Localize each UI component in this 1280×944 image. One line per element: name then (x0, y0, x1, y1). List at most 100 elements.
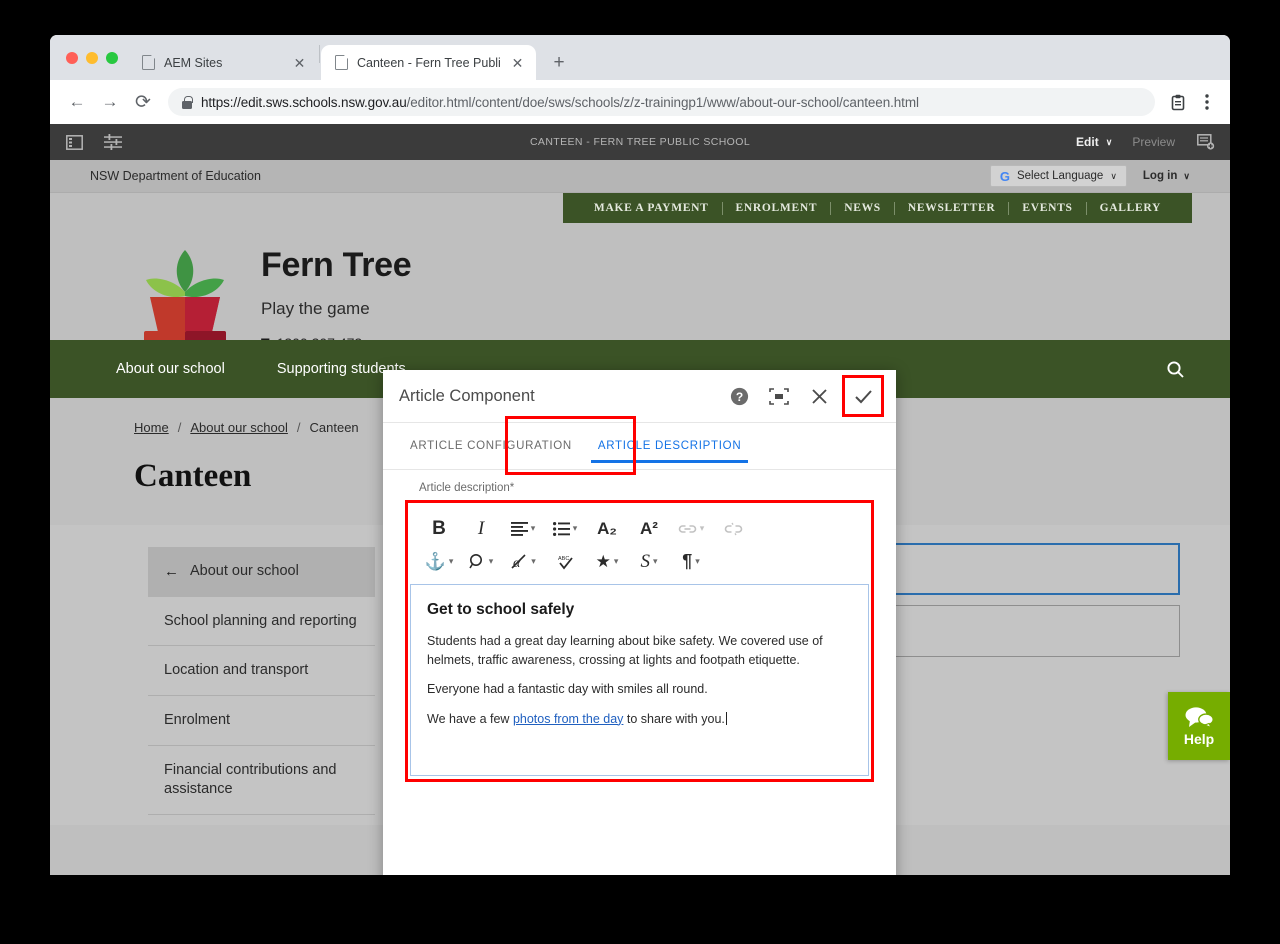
utility-nav-item-newsletter[interactable]: NEWSLETTER (895, 202, 1009, 214)
styles-icon: S (640, 550, 650, 572)
school-identity: Fern Tree Play the game T: 1300 307 472 (138, 246, 412, 351)
window-traffic-lights (62, 35, 128, 80)
breadcrumb-item-home[interactable]: Home (134, 420, 169, 435)
utility-nav-item-enrolment[interactable]: ENROLMENT (723, 202, 831, 214)
login-button[interactable]: Log in ∨ (1143, 170, 1190, 182)
editor-link[interactable]: photos from the day (513, 712, 623, 726)
login-label: Log in (1142, 170, 1178, 182)
sidebar-item-financial-contributions[interactable]: Financial contributions and assistance (148, 746, 375, 815)
bold-button[interactable]: B (418, 512, 460, 545)
new-tab-button[interactable]: + (545, 48, 573, 76)
rte-toolbar-row-1: B I ▾ ▾ A₂ A² ▾ (418, 512, 861, 545)
question-circle-glyph: ? (730, 387, 748, 405)
superscript-button[interactable]: A² (628, 512, 670, 545)
school-text-block: Fern Tree Play the game T: 1300 307 472 (261, 246, 412, 351)
find-replace-button[interactable]: ▾ (460, 545, 502, 578)
sidebar-item-school-planning[interactable]: School planning and reporting (148, 597, 375, 647)
spellcheck-button[interactable]: ABC (544, 545, 586, 578)
align-button[interactable]: ▾ (502, 512, 544, 545)
page-properties-icon[interactable] (102, 131, 124, 153)
chevron-down-icon: ▾ (695, 556, 700, 566)
close-tab-icon[interactable]: ✕ (291, 54, 308, 71)
reading-list-icon[interactable] (1165, 89, 1191, 115)
editor-paragraph: Everyone had a fantastic day with smiles… (427, 682, 708, 696)
forward-icon[interactable]: → (95, 87, 125, 117)
breadcrumb-item-about-our-school[interactable]: About our school (190, 420, 288, 435)
magnifier-glyph (1166, 360, 1184, 378)
kebab-glyph (1205, 94, 1209, 110)
annotate-icon[interactable] (1195, 131, 1217, 153)
rich-text-editor-content[interactable]: Get to school safely Students had a grea… (410, 584, 869, 776)
styles-button[interactable]: S ▾ (628, 545, 670, 578)
confirm-button[interactable] (846, 379, 880, 413)
dialog-body: Article description* B I ▾ ▾ A₂ A² ▾ ⚓ ▾… (383, 470, 896, 782)
aem-toolbar-left (63, 131, 124, 153)
unlink-icon (724, 522, 742, 535)
minimize-window-button[interactable] (86, 51, 98, 64)
subscript-button[interactable]: A₂ (586, 512, 628, 545)
close-window-button[interactable] (66, 51, 78, 64)
sidebar-item-enrolment[interactable]: Enrolment (148, 696, 375, 747)
lists-button[interactable]: ▾ (544, 512, 586, 545)
rte-toolbar-row-2: ⚓▾ ▾ α ▾ (418, 545, 861, 578)
site-masthead: MAKE A PAYMENT ENROLMENT NEWS NEWSLETTER… (50, 193, 1230, 351)
edit-mode-label: Edit (1076, 135, 1099, 149)
close-tab-icon[interactable]: ✕ (509, 54, 526, 71)
aem-editor-toolbar: CANTEEN - FERN TREE PUBLIC SCHOOL Edit ∨… (50, 124, 1230, 160)
maximize-window-button[interactable] (106, 51, 118, 64)
dialog-title: Article Component (399, 386, 535, 405)
arrow-left-icon: ← (164, 563, 179, 580)
anchor-icon: ⚓ (424, 551, 446, 571)
url-text: https://edit.sws.schools.nsw.gov.au/edit… (201, 94, 919, 110)
back-icon[interactable]: ← (62, 87, 92, 117)
search-icon[interactable] (1160, 354, 1190, 384)
field-label: Article description* (419, 482, 515, 494)
help-icon[interactable]: ? (722, 379, 756, 413)
department-label: NSW Department of Education (90, 169, 261, 183)
address-bar[interactable]: https://edit.sws.schools.nsw.gov.au/edit… (168, 88, 1155, 116)
paragraph-format-button[interactable]: ¶ ▾ (670, 545, 712, 578)
close-icon[interactable] (802, 379, 836, 413)
subscript-icon: A₂ (597, 518, 617, 538)
utility-nav-item-events[interactable]: EVENTS (1009, 202, 1085, 214)
comment-add-glyph (1197, 134, 1215, 150)
eraser-icon: α (511, 554, 526, 570)
browser-tab-canteen[interactable]: Canteen - Fern Tree Public Sch ✕ (321, 45, 536, 80)
unlink-button[interactable] (712, 512, 754, 545)
doe-utility-bar: NSW Department of Education G Select Lan… (50, 160, 1230, 193)
utility-nav-item-gallery[interactable]: GALLERY (1087, 202, 1174, 214)
anchor-button[interactable]: ⚓ ▾ (418, 545, 460, 578)
browser-tab-aem-sites[interactable]: AEM Sites ✕ (128, 45, 318, 80)
nav-item-about-our-school[interactable]: About our school (90, 360, 251, 378)
clipboard-glyph (1171, 94, 1185, 110)
editor-paragraph-with-link: We have a few photos from the day to sha… (427, 710, 852, 729)
utility-nav-item-make-a-payment[interactable]: MAKE A PAYMENT (581, 202, 722, 214)
hyperlink-button[interactable]: ▾ (670, 512, 712, 545)
clear-formatting-button[interactable]: α ▾ (502, 545, 544, 578)
preview-button[interactable]: Preview (1132, 135, 1175, 149)
chevron-down-icon: ∨ (1183, 170, 1190, 181)
chevron-down-icon: ▾ (530, 523, 536, 533)
superscript-icon: A² (640, 518, 658, 538)
utility-nav: MAKE A PAYMENT ENROLMENT NEWS NEWSLETTER… (562, 193, 1192, 223)
dialog-tabs: ARTICLE CONFIGURATION ARTICLE DESCRIPTIO… (383, 416, 896, 475)
sidebar-item-location-transport[interactable]: Location and transport (148, 646, 375, 697)
special-character-button[interactable]: ★ ▾ (586, 545, 628, 578)
browser-menu-icon[interactable] (1194, 89, 1220, 115)
chevron-down-icon: ▾ (652, 556, 658, 566)
chevron-down-icon: ▾ (488, 556, 494, 566)
dialog-actions: ? (722, 375, 884, 417)
fullscreen-icon[interactable] (762, 379, 796, 413)
edit-mode-selector[interactable]: Edit ∨ (1076, 135, 1112, 149)
reload-icon[interactable]: ⟳ (128, 87, 158, 117)
tab-article-description[interactable]: ARTICLE DESCRIPTION (585, 423, 754, 469)
language-selector[interactable]: G Select Language ∨ (989, 165, 1127, 187)
school-tagline: Play the game (261, 299, 370, 318)
side-rail-toggle-icon[interactable] (63, 131, 85, 153)
help-widget-button[interactable]: Help (1168, 692, 1230, 760)
sidebar-item-about-our-school[interactable]: ← About our school (148, 547, 375, 597)
tab-article-configuration[interactable]: ARTICLE CONFIGURATION (397, 423, 585, 469)
rich-text-editor-highlight: B I ▾ ▾ A₂ A² ▾ ⚓ ▾ ▾ ▾ ABC ★ ▾ S ▾ ¶ ▾ … (405, 500, 874, 782)
italic-button[interactable]: I (460, 512, 502, 545)
utility-nav-item-news[interactable]: NEWS (831, 202, 894, 214)
